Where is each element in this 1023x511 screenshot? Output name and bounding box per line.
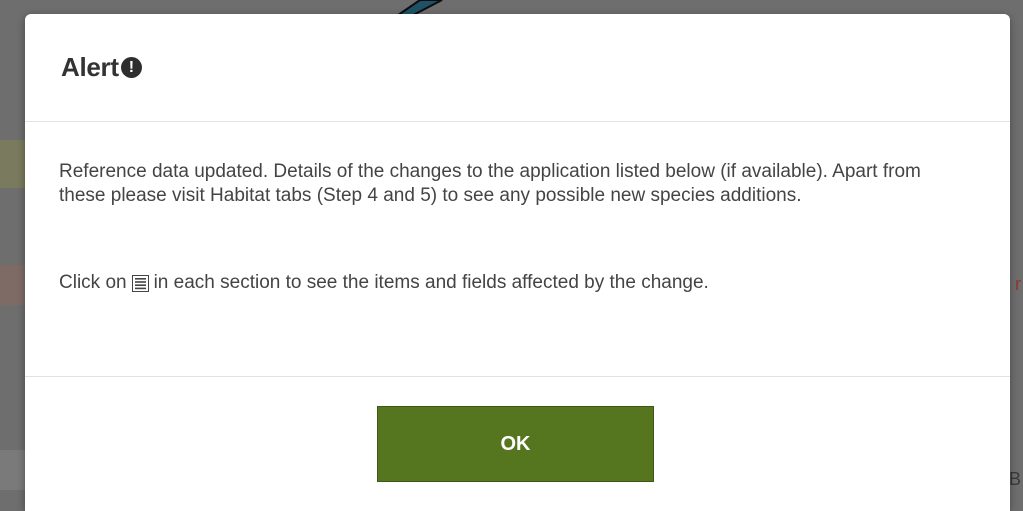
background-strip (0, 450, 25, 490)
alert-dialog: Alert ! Reference data updated. Details … (25, 14, 1010, 511)
dialog-message: Reference data updated. Details of the c… (59, 161, 921, 206)
background-edge-text: r (1015, 274, 1021, 294)
ok-button[interactable]: OK (377, 406, 654, 482)
dialog-body: Reference data updated. Details of the c… (25, 122, 1010, 377)
exclamation-circle-icon: ! (120, 57, 142, 78)
dialog-title: Alert ! (61, 52, 142, 83)
instruction-text-before: Click on (59, 272, 127, 293)
dialog-title-text: Alert (61, 52, 119, 82)
dialog-header: Alert ! (25, 14, 1010, 122)
dialog-footer: OK (25, 377, 1010, 511)
background-strip (0, 265, 25, 305)
background-edge-text: B (1008, 469, 1021, 489)
instruction-text-after: in each section to see the items and fie… (153, 272, 709, 293)
dialog-instruction: Click on in each section to see the item… (59, 271, 709, 295)
background-strip (0, 140, 25, 188)
list-icon (131, 274, 149, 292)
